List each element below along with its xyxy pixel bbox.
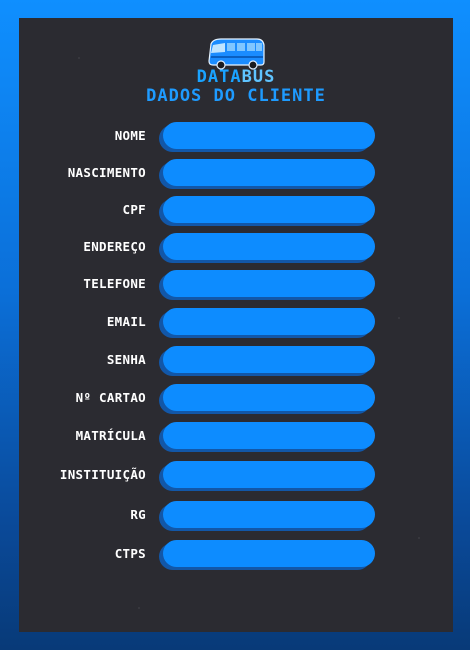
- field-label-cartao: Nº CARTAO: [75, 390, 146, 405]
- client-form-panel: DATABUS DADOS DO CLIENTE NOME NASCIMENTO…: [19, 18, 453, 632]
- rg-input[interactable]: [163, 501, 375, 528]
- nascimento-input[interactable]: [163, 159, 375, 186]
- ctps-input[interactable]: [163, 540, 375, 567]
- email-input[interactable]: [163, 308, 375, 335]
- field-label-matricula: MATRÍCULA: [75, 428, 146, 443]
- form-row-matricula: MATRÍCULA: [19, 422, 453, 452]
- field-label-rg: RG: [130, 507, 146, 522]
- form-row-telefone: TELEFONE: [19, 270, 453, 300]
- endereco-input[interactable]: [163, 233, 375, 260]
- field-label-instituicao: INSTITUIÇÃO: [59, 467, 146, 482]
- form-row-cartao: Nº CARTAO: [19, 384, 453, 414]
- instituicao-input[interactable]: [163, 461, 375, 488]
- nome-input[interactable]: [163, 122, 375, 149]
- brand-title: DATABUS: [19, 68, 453, 86]
- field-label-cpf: CPF: [122, 202, 146, 217]
- form-row-nome: NOME: [19, 122, 453, 152]
- bus-icon: [208, 38, 265, 70]
- telefone-input[interactable]: [163, 270, 375, 297]
- field-label-email: EMAIL: [106, 314, 146, 329]
- field-label-telefone: TELEFONE: [83, 276, 146, 291]
- form-row-cpf: CPF: [19, 196, 453, 226]
- form-row-senha: SENHA: [19, 346, 453, 376]
- matricula-input[interactable]: [163, 422, 375, 449]
- senha-input[interactable]: [163, 346, 375, 373]
- cartao-input[interactable]: [163, 384, 375, 411]
- form-row-instituicao: INSTITUIÇÃO: [19, 461, 453, 491]
- field-label-nome: NOME: [114, 128, 146, 143]
- form-row-email: EMAIL: [19, 308, 453, 338]
- field-label-senha: SENHA: [106, 352, 146, 367]
- field-label-nascimento: NASCIMENTO: [67, 165, 146, 180]
- form-row-ctps: CTPS: [19, 540, 453, 570]
- brand-title-part2: BUS: [241, 67, 276, 87]
- form-row-nascimento: NASCIMENTO: [19, 159, 453, 189]
- logo: DATABUS DADOS DO CLIENTE: [19, 36, 453, 106]
- form-row-rg: RG: [19, 501, 453, 531]
- cpf-input[interactable]: [163, 196, 375, 223]
- brand-title-part1: DATA: [196, 67, 242, 87]
- field-label-ctps: CTPS: [114, 546, 146, 561]
- page-subtitle: DADOS DO CLIENTE: [146, 86, 326, 106]
- form-row-endereco: ENDEREÇO: [19, 233, 453, 263]
- field-label-endereco: ENDEREÇO: [83, 239, 146, 254]
